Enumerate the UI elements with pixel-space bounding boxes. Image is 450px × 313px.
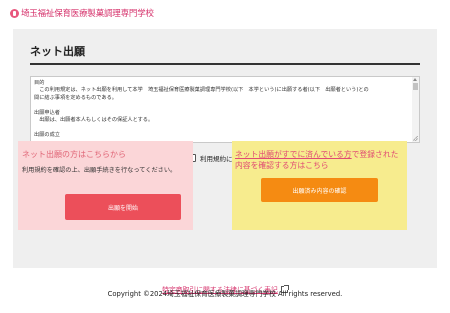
terms-line: 間に結ぶ事項を定めるものである。 <box>34 94 117 101</box>
existing-application-card: ネット出願がすでに済んでいる方で登録された内容を確認する方はこちら 出願済み内容… <box>232 141 407 230</box>
terms-line: 出願申込者 <box>34 109 60 116</box>
terms-line: 出願の成立 <box>34 131 60 138</box>
terms-line: 出願は、出願者本人もしくはその保証人とする。 <box>34 117 154 124</box>
scroll-thumb[interactable] <box>413 83 418 90</box>
new-application-description: 利用規約を確認の上、出願手続きを行なってください。 <box>22 167 177 174</box>
existing-application-title-link[interactable]: ネット出願がすでに済んでいる方 <box>235 150 352 159</box>
title-divider <box>30 63 420 65</box>
terms-text: 目的 この利用規定は、ネット出願を利用して本学 埼玉福祉保育医療製菓調理専門学校… <box>34 80 411 139</box>
new-application-card: ネット出願の方はこちらから 利用規約を確認の上、出願手続きを行なってください。 … <box>18 141 193 230</box>
existing-application-title: ネット出願がすでに済んでいる方で登録された内容を確認する方はこちら <box>235 149 405 171</box>
start-application-button[interactable]: 出願を開始 <box>65 194 181 220</box>
terms-scrollbar[interactable] <box>412 77 419 142</box>
terms-line-spacer <box>34 124 411 131</box>
copyright-text: Copyright ©2024埼玉福祉保育医療製菓調理専門学校 All righ… <box>107 290 343 298</box>
new-application-title: ネット出願の方はこちらから <box>22 150 126 159</box>
terms-textarea[interactable]: 目的 この利用規定は、ネット出願を利用して本学 埼玉福祉保育医療製菓調理専門学校… <box>30 76 420 143</box>
view-application-button[interactable]: 出願済み内容の確認 <box>261 178 378 202</box>
site-header[interactable]: 埼玉福祉保育医療製菓調理専門学校 <box>10 6 154 20</box>
site-name[interactable]: 埼玉福祉保育医療製菓調理専門学校 <box>21 7 154 19</box>
school-logo-icon <box>10 8 19 18</box>
terms-line: この利用規定は、ネット出願を利用して本学 埼玉福祉保育医療製菓調理専門学校(以下… <box>34 87 369 94</box>
resize-grip-icon[interactable] <box>413 136 418 141</box>
terms-line-spacer <box>34 102 411 109</box>
scroll-up-arrow-icon[interactable] <box>413 78 417 81</box>
page-title: ネット出願 <box>30 45 85 58</box>
